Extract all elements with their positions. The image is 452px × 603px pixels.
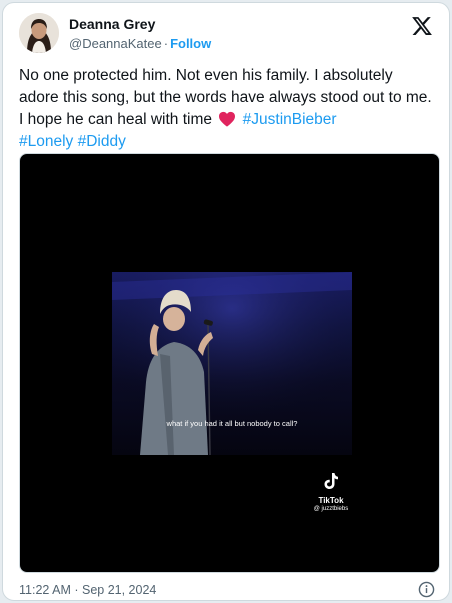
- video-caption: what if you had it all but nobody to cal…: [166, 419, 298, 428]
- profile-photo-icon: [19, 13, 59, 53]
- tweet-text: No one protected him. Not even his famil…: [19, 65, 433, 153]
- tiktok-username: @ juzztbiebs: [313, 506, 349, 512]
- handle-row: @DeannaKatee · Follow: [69, 35, 211, 53]
- hashtag-diddy[interactable]: #Diddy: [78, 133, 126, 150]
- hashtag-justinbieber[interactable]: #JustinBieber: [243, 111, 337, 128]
- display-name[interactable]: Deanna Grey: [69, 15, 211, 33]
- user-handle[interactable]: @DeannaKatee: [69, 36, 162, 51]
- avatar[interactable]: [19, 13, 59, 53]
- red-heart-icon: [219, 111, 236, 127]
- timestamp[interactable]: 11:22 AM · Sep 21, 2024: [19, 583, 156, 597]
- tweet-footer: 11:22 AM · Sep 21, 2024: [19, 581, 435, 599]
- hashtag-lonely[interactable]: #Lonely: [19, 133, 73, 150]
- video-player[interactable]: what if you had it all but nobody to cal…: [19, 153, 440, 573]
- tweet-header: Deanna Grey @DeannaKatee · Follow: [19, 13, 435, 57]
- follow-button[interactable]: Follow: [170, 36, 211, 51]
- separator-dot: ·: [163, 36, 169, 51]
- tiktok-watermark: TikTok @ juzztbiebs: [306, 472, 356, 512]
- video-frame: what if you had it all but nobody to cal…: [112, 272, 352, 455]
- author-info: Deanna Grey @DeannaKatee · Follow: [69, 15, 211, 53]
- x-logo-icon[interactable]: [411, 15, 433, 37]
- tiktok-label: TikTok: [318, 496, 344, 505]
- tweet-card: Deanna Grey @DeannaKatee · Follow No one p…: [2, 2, 450, 601]
- tiktok-icon: [324, 473, 338, 489]
- info-icon[interactable]: [418, 581, 435, 598]
